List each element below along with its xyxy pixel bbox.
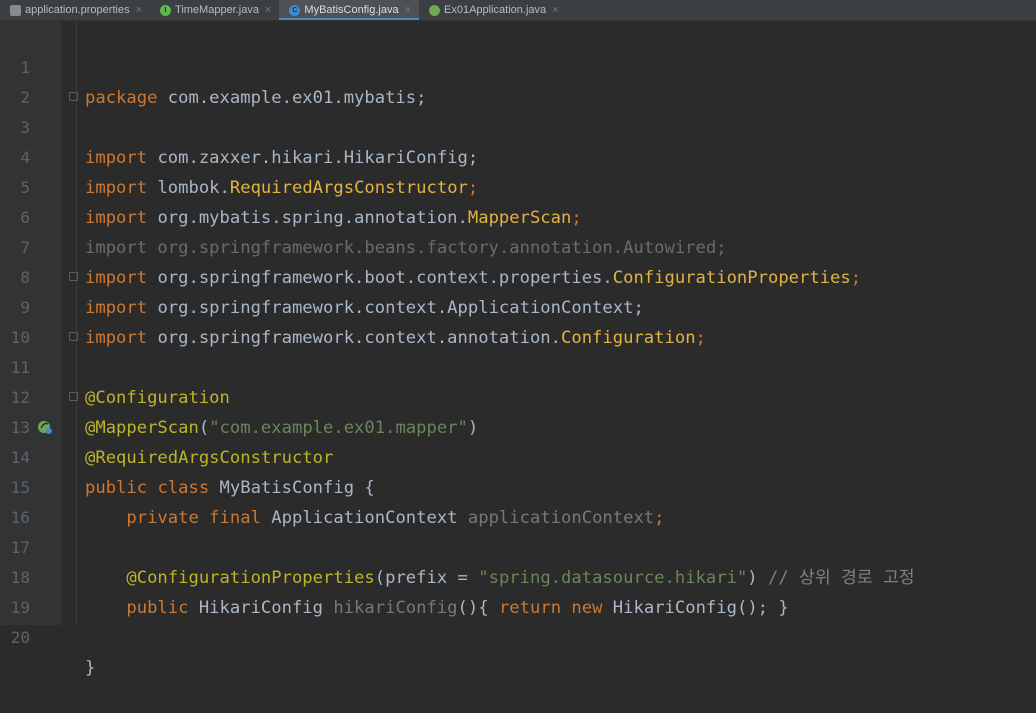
- tab-time-mapper[interactable]: I TimeMapper.java ×: [150, 0, 279, 20]
- code-line: 16: [0, 473, 1036, 527]
- line-number: 20: [10, 628, 30, 647]
- code-line: 2: [0, 53, 1036, 107]
- properties-file-icon: [10, 4, 21, 16]
- code-line: 5 import org.mybatis.spring.annotation.M…: [0, 143, 1036, 228]
- tab-ex01-application[interactable]: Ex01Application.java ×: [419, 0, 567, 20]
- closing-brace: }: [85, 658, 96, 678]
- class-icon: C: [289, 4, 301, 16]
- tab-label: Ex01Application.java: [444, 4, 547, 16]
- tab-label: application.properties: [25, 4, 130, 16]
- editor-tab-bar: application.properties × I TimeMapper.ja…: [0, 0, 1036, 21]
- code-line: 8 import org.springframework.context.App…: [0, 233, 1036, 318]
- code-line: 15 private final ApplicationContext appl…: [0, 443, 1036, 528]
- code-line: 17 @ConfigurationProperties(prefix = "sp…: [0, 503, 1036, 588]
- code-line: 4 import lombok.RequiredArgsConstructor;: [0, 113, 1036, 198]
- tab-mybatis-config[interactable]: C MyBatisConfig.java ×: [279, 0, 420, 20]
- close-icon[interactable]: ×: [552, 4, 558, 16]
- code-editor[interactable]: 1 package com.example.ex01.mybatis; 2 3 …: [0, 21, 1036, 678]
- interface-icon: I: [160, 4, 172, 16]
- tab-label: TimeMapper.java: [175, 4, 259, 16]
- close-icon[interactable]: ×: [405, 4, 411, 16]
- code-line: 14 public class MyBatisConfig {: [0, 413, 1036, 498]
- code-line: 19: [0, 563, 1036, 617]
- code-line: 20 }: [0, 593, 1036, 678]
- code-line: 9 import org.springframework.context.ann…: [0, 263, 1036, 348]
- code-line: 6 import org.springframework.beans.facto…: [0, 173, 1036, 258]
- spring-boot-icon: [429, 4, 441, 16]
- code-line: 3 import com.zaxxer.hikari.HikariConfig;: [0, 83, 1036, 168]
- code-line: 18 public HikariConfig hikariConfig(){ r…: [0, 533, 1036, 618]
- tab-label: MyBatisConfig.java: [304, 4, 399, 16]
- code-line: 1 package com.example.ex01.mybatis;: [0, 23, 1036, 108]
- close-icon[interactable]: ×: [136, 4, 142, 16]
- code-line: 11 @Configuration: [0, 323, 1036, 408]
- code-line: 10: [0, 293, 1036, 347]
- code-line: 12 @MapperScan("com.example.ex01.mapper"…: [0, 353, 1036, 438]
- code-line: 13 @RequiredArgsConstructor: [0, 383, 1036, 468]
- tab-application-properties[interactable]: application.properties ×: [0, 0, 150, 20]
- close-icon[interactable]: ×: [265, 4, 271, 16]
- code-line: 7 import org.springframework.boot.contex…: [0, 203, 1036, 288]
